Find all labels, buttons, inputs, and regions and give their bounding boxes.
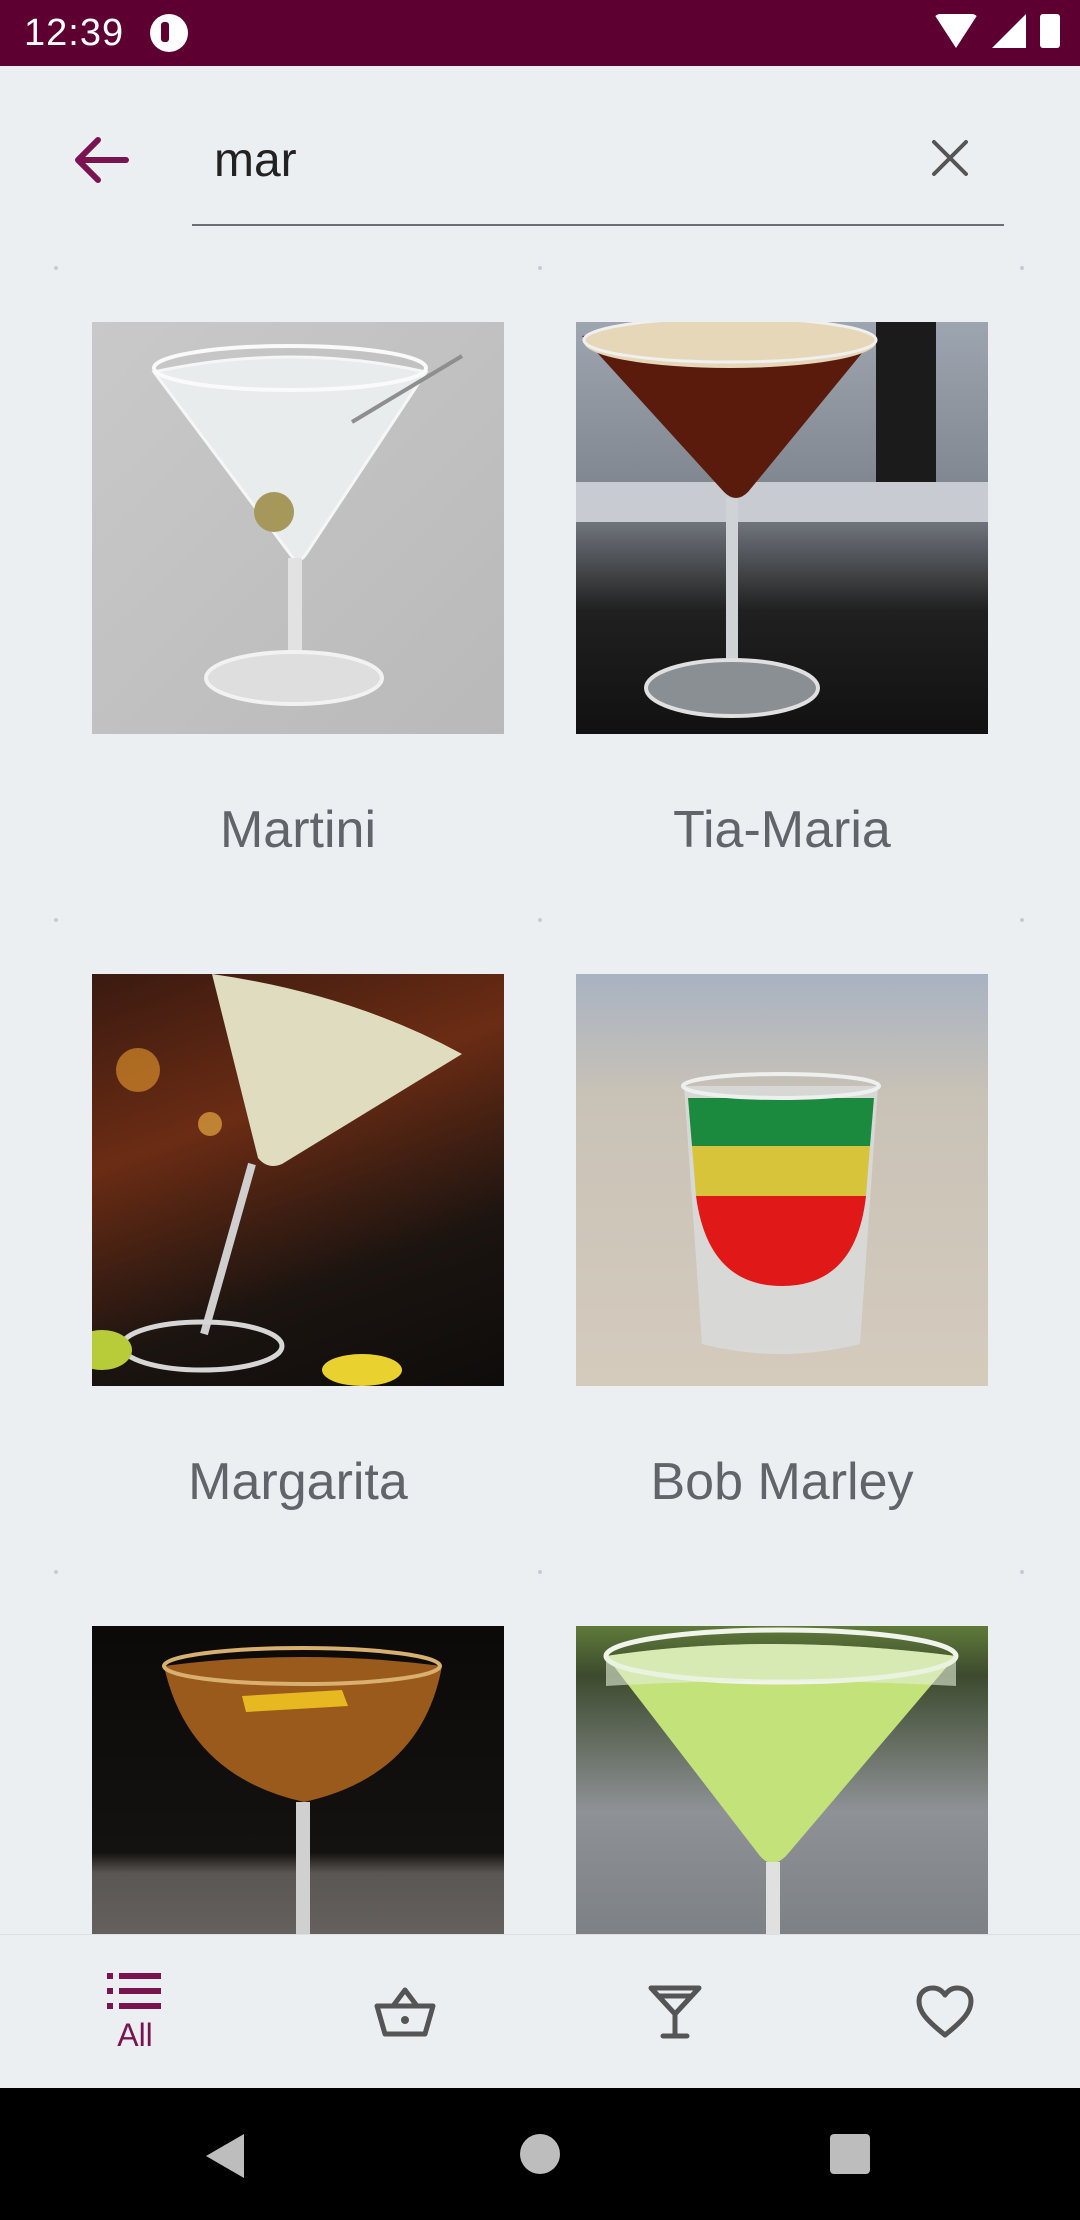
back-button[interactable]: [60, 120, 140, 200]
divider-dot: [538, 1570, 542, 1574]
cocktail-image: [576, 1626, 988, 1934]
arrow-left-icon: [75, 137, 129, 183]
results-grid: Martini Tia-Maria Margarita Bob Marley: [0, 266, 1080, 1934]
divider-dot: [1020, 1570, 1024, 1574]
status-time: 12:39: [24, 12, 125, 54]
list-icon: [107, 1972, 161, 2009]
nav-cocktail[interactable]: [540, 1935, 810, 2089]
divider-dot: [54, 918, 58, 922]
basket-icon: [374, 1987, 436, 2037]
status-indicators: [934, 14, 1060, 48]
cocktail-image: [576, 322, 988, 734]
nav-favorites[interactable]: [810, 1935, 1080, 2089]
notification-app-icon: [150, 14, 188, 52]
nav-basket[interactable]: [270, 1935, 540, 2089]
divider-dot: [54, 266, 58, 270]
divider-dot: [1020, 266, 1024, 270]
system-navigation-bar: [0, 2088, 1080, 2220]
cocktail-image: [92, 322, 504, 734]
close-icon: [932, 140, 968, 176]
cocktail-card[interactable]: [92, 1626, 504, 1934]
system-home-button[interactable]: [520, 2134, 560, 2174]
cocktail-name: Tia-Maria: [673, 801, 891, 859]
search-field: [192, 120, 1004, 226]
cocktail-card-tia-maria[interactable]: Tia-Maria: [576, 322, 988, 860]
divider-dot: [54, 1570, 58, 1574]
nav-all-label: All: [117, 2016, 153, 2053]
divider-dot: [538, 266, 542, 270]
cocktail-name: Martini: [219, 801, 377, 859]
cocktail-card-bob-marley[interactable]: Bob Marley: [576, 974, 988, 1512]
divider-dot: [538, 918, 542, 922]
cocktail-glass-icon: [648, 1985, 702, 2039]
nav-all[interactable]: All: [0, 1935, 270, 2089]
cocktail-card-margarita[interactable]: Margarita: [92, 974, 504, 1512]
cocktail-image: [92, 974, 504, 1386]
cocktail-name: Margarita: [188, 1453, 408, 1511]
clear-search-button[interactable]: [920, 128, 980, 188]
bottom-navigation: All: [0, 1934, 1080, 2089]
system-recents-button[interactable]: [830, 2134, 870, 2174]
heart-icon: [916, 1985, 974, 2038]
cocktail-card[interactable]: [576, 1626, 988, 1934]
search-input[interactable]: [214, 120, 894, 200]
cocktail-name: Bob Marley: [650, 1453, 914, 1511]
cocktail-image: [576, 974, 988, 1386]
signal-icon: [992, 14, 1026, 48]
system-back-button[interactable]: [206, 2134, 244, 2178]
battery-icon: [1040, 14, 1060, 48]
divider-dot: [1020, 918, 1024, 922]
status-bar: 12:39: [0, 0, 1080, 66]
cocktail-image: [92, 1626, 504, 1934]
cocktail-card-martini[interactable]: Martini: [92, 322, 504, 860]
wifi-icon: [934, 14, 978, 48]
